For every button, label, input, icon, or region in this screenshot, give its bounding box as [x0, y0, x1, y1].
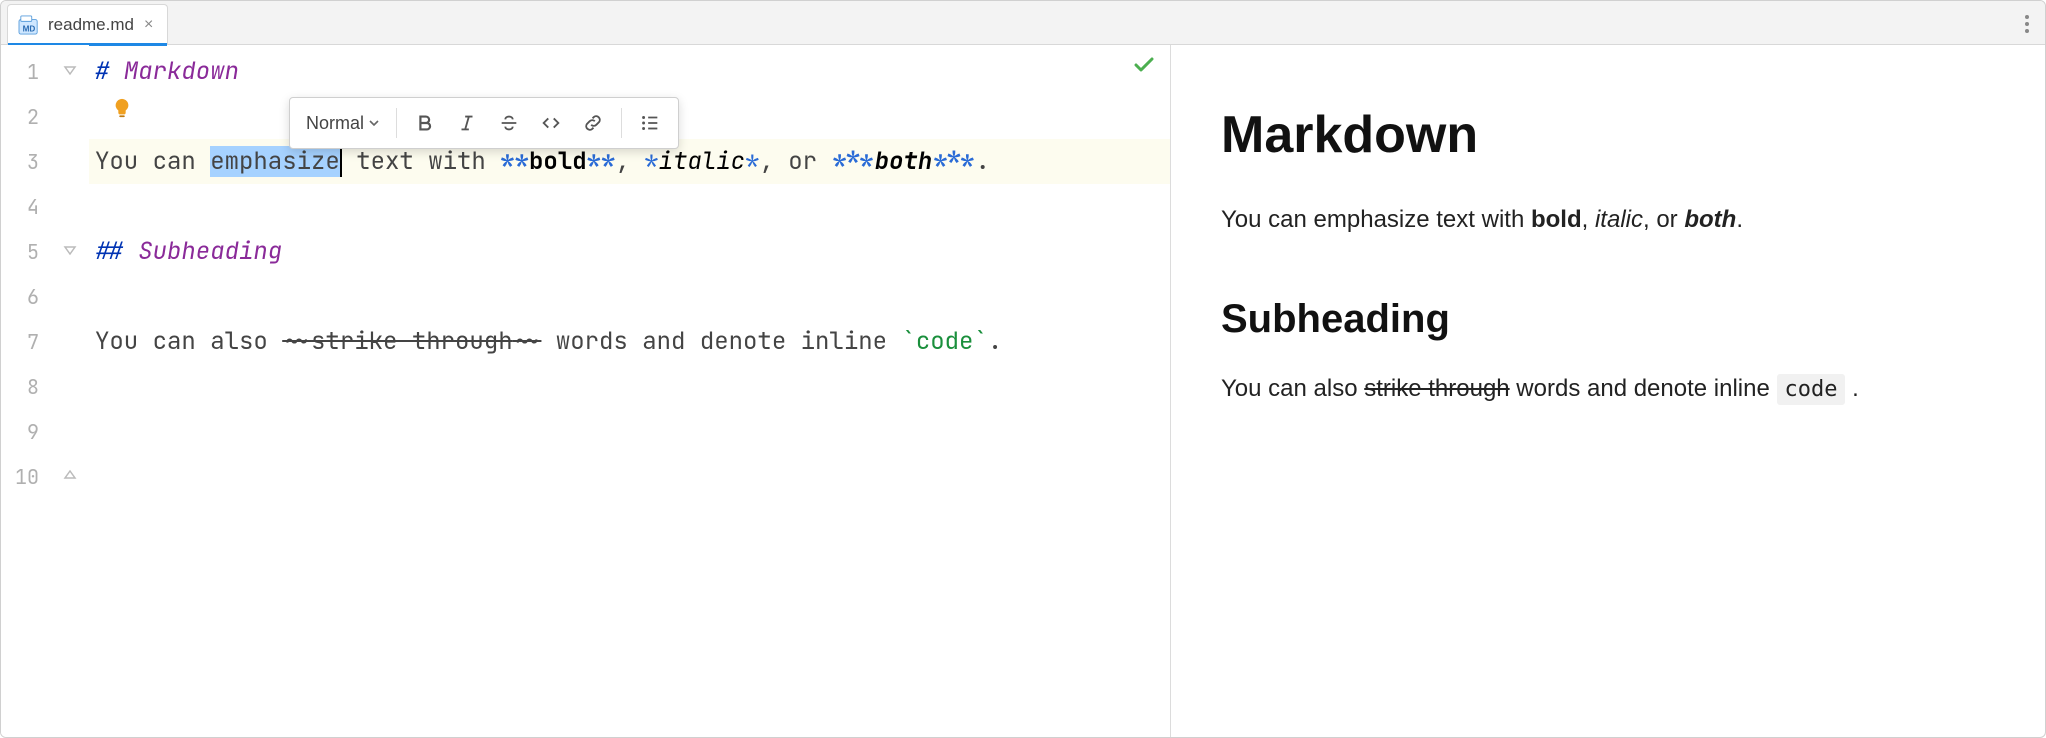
- svg-text:MD: MD: [23, 24, 36, 33]
- strikethrough-button[interactable]: [489, 103, 529, 143]
- line-number: 2: [1, 94, 61, 139]
- preview-pane: Markdown You can emphasize text with bol…: [1171, 45, 2045, 737]
- fold-end-marker-icon[interactable]: [63, 468, 77, 482]
- line-number: 8: [1, 364, 61, 409]
- tab-bar: MD readme.md ×: [1, 1, 2045, 45]
- code-line[interactable]: You can also ~~strike through~~ words an…: [89, 319, 1170, 364]
- line-number: 9: [1, 409, 61, 454]
- preview-paragraph: You can emphasize text with bold, italic…: [1221, 203, 1995, 237]
- line-number: 7: [1, 319, 61, 364]
- file-tab[interactable]: MD readme.md ×: [7, 4, 168, 44]
- markdown-file-icon: MD: [18, 15, 40, 35]
- code-line[interactable]: # Markdown: [89, 49, 1170, 94]
- code-line[interactable]: ## Subheading: [89, 229, 1170, 274]
- inspections-ok-icon[interactable]: [1132, 53, 1156, 82]
- editor-pane: 1 2 3 4 5 6 7 8 9 10: [1, 45, 1171, 737]
- more-menu-icon[interactable]: [2021, 11, 2033, 37]
- fold-marker-icon[interactable]: [63, 63, 77, 77]
- toolbar-separator: [621, 108, 622, 138]
- code-button[interactable]: [531, 103, 571, 143]
- preview-h1: Markdown: [1221, 105, 1995, 165]
- close-tab-icon[interactable]: ×: [142, 14, 155, 36]
- selection: emphasize: [210, 146, 340, 177]
- code-line[interactable]: [89, 364, 1170, 409]
- paragraph-style-select[interactable]: Normal: [298, 109, 388, 138]
- code-line[interactable]: [89, 184, 1170, 229]
- line-number: 4: [1, 184, 61, 229]
- floating-format-toolbar: Normal: [289, 97, 679, 149]
- fold-marker-icon[interactable]: [63, 243, 77, 257]
- chevron-down-icon: [368, 117, 380, 129]
- tab-filename: readme.md: [48, 15, 134, 35]
- preview-paragraph: You can also strike through words and de…: [1221, 372, 1995, 406]
- preview-h2: Subheading: [1221, 297, 1995, 342]
- link-button[interactable]: [573, 103, 613, 143]
- line-number: 5: [1, 229, 61, 274]
- bold-button[interactable]: [405, 103, 445, 143]
- line-number: 1: [1, 49, 61, 94]
- app-window: MD readme.md × 1 2 3 4 5 6 7 8 9 10: [0, 0, 2046, 738]
- editor-split: 1 2 3 4 5 6 7 8 9 10: [1, 45, 2045, 737]
- fold-column: [61, 45, 89, 737]
- toolbar-separator: [396, 108, 397, 138]
- line-number: 3: [1, 139, 61, 184]
- code-editor[interactable]: Normal: [89, 45, 1170, 737]
- line-number-gutter: 1 2 3 4 5 6 7 8 9 10: [1, 45, 61, 737]
- code-line[interactable]: [89, 454, 1170, 499]
- italic-button[interactable]: [447, 103, 487, 143]
- paragraph-style-label: Normal: [306, 113, 364, 134]
- code-line[interactable]: [89, 409, 1170, 454]
- intention-bulb-icon[interactable]: [111, 97, 133, 124]
- code-line[interactable]: [89, 274, 1170, 319]
- line-number: 10: [1, 454, 61, 499]
- list-button[interactable]: [630, 103, 670, 143]
- line-number: 6: [1, 274, 61, 319]
